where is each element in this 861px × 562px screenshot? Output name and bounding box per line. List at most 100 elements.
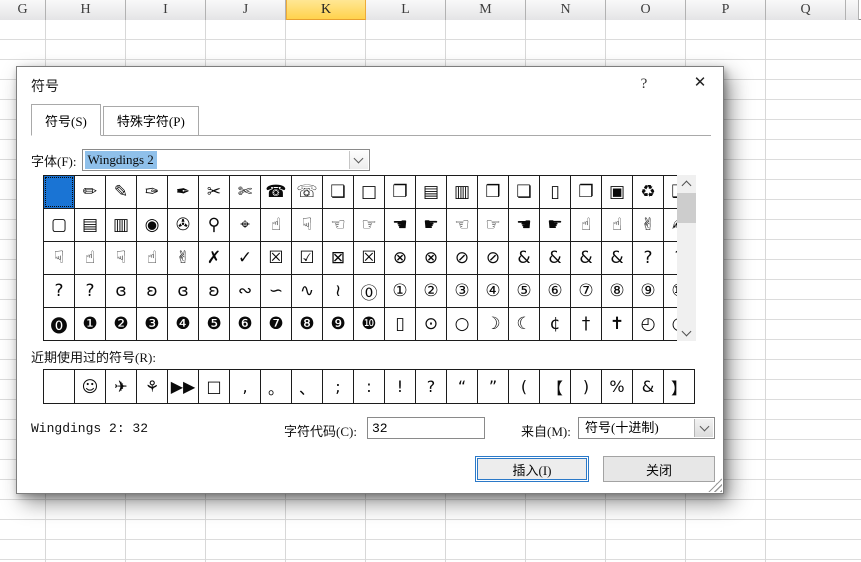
symbol-cell[interactable]: ❻ <box>230 308 260 340</box>
help-icon[interactable]: ? <box>631 73 657 95</box>
symbol-cell[interactable]: ∾ <box>230 275 260 307</box>
font-combobox[interactable]: Wingdings 2 <box>82 149 370 171</box>
symbol-cell[interactable]: ⊗ <box>385 242 415 274</box>
symbol-cell[interactable]: ? <box>44 275 74 307</box>
symbol-cell[interactable]: ✄ <box>230 176 260 208</box>
symbol-cell[interactable]: ☾ <box>509 308 539 340</box>
symbol-cell[interactable]: ✓ <box>230 242 260 274</box>
symbol-cell[interactable]: ✑ <box>137 176 167 208</box>
symbol-cell[interactable]: ) <box>571 370 601 403</box>
symbol-cell[interactable]: ❐ <box>571 176 601 208</box>
from-combobox[interactable]: 符号(十进制) <box>578 417 715 439</box>
symbol-cell[interactable]: ⚲ <box>199 209 229 241</box>
symbol-cell[interactable]: ɞ <box>168 275 198 307</box>
symbol-cell[interactable]: ʚ <box>199 275 229 307</box>
symbol-cell[interactable]: ☎ <box>261 176 291 208</box>
column-header-K[interactable]: K <box>286 0 366 20</box>
symbol-cell[interactable]: ✈ <box>106 370 136 403</box>
symbol-cell[interactable]: ✂ <box>199 176 229 208</box>
symbol-cell[interactable]: ❾ <box>323 308 353 340</box>
column-header-H[interactable]: H <box>46 0 126 20</box>
symbol-cell[interactable]: ❐ <box>385 176 415 208</box>
symbol-cell[interactable]: □ <box>354 176 384 208</box>
symbol-cell[interactable]: ɞ <box>106 275 136 307</box>
symbol-cell[interactable]: ○ <box>447 308 477 340</box>
symbol-cell[interactable]: † <box>571 308 601 340</box>
symbol-cell[interactable]: ✇ <box>168 209 198 241</box>
scrollbar-thumb[interactable] <box>677 193 696 223</box>
symbol-cell[interactable]: ? <box>633 242 663 274</box>
symbol-cell[interactable]: ▣ <box>602 176 632 208</box>
symbol-cell[interactable]: ? <box>75 275 105 307</box>
symbol-cell[interactable]: ∽ <box>261 275 291 307</box>
symbol-cell[interactable]: ⓪ <box>354 275 384 307</box>
symbol-cell[interactable]: ☺ <box>75 370 105 403</box>
symbol-cell[interactable]: ≀ <box>323 275 353 307</box>
symbol-cell[interactable]: ; <box>323 370 353 403</box>
symbol-cell[interactable]: ∿ <box>292 275 322 307</box>
symbol-cell[interactable]: ⊘ <box>478 242 508 274</box>
scroll-down-button[interactable] <box>677 324 696 341</box>
symbol-cell[interactable]: ▶▶ <box>168 370 198 403</box>
symbol-cell[interactable]: 【 <box>540 370 570 403</box>
symbol-cell[interactable]: “ <box>447 370 477 403</box>
symbol-cell[interactable]: & <box>602 242 632 274</box>
symbol-cell[interactable]: ⑦ <box>571 275 601 307</box>
symbol-cell[interactable]: ☽ <box>478 308 508 340</box>
symbol-cell[interactable]: ☒ <box>261 242 291 274</box>
symbol-cell[interactable]: : <box>354 370 384 403</box>
symbol-cell[interactable]: ☚ <box>509 209 539 241</box>
symbol-cell[interactable]: % <box>602 370 632 403</box>
symbol-cell[interactable] <box>44 176 74 208</box>
symbol-cell[interactable]: ⑤ <box>509 275 539 307</box>
symbol-cell[interactable]: ⊗ <box>416 242 446 274</box>
symbol-cell[interactable]: ☝ <box>137 242 167 274</box>
symbol-cell[interactable]: ✗ <box>199 242 229 274</box>
column-header-I[interactable]: I <box>126 0 206 20</box>
symbol-cell[interactable]: ☟ <box>292 209 322 241</box>
symbol-cell[interactable]: ☝ <box>602 209 632 241</box>
symbol-cell[interactable]: ✌ <box>633 209 663 241</box>
symbol-grid-scrollbar[interactable] <box>677 175 696 341</box>
symbol-cell[interactable] <box>44 370 74 403</box>
symbol-cell[interactable]: 。 <box>261 370 291 403</box>
symbol-cell[interactable]: ▥ <box>447 176 477 208</box>
column-header-N[interactable]: N <box>526 0 606 20</box>
symbol-cell[interactable]: ❿ <box>354 308 384 340</box>
symbol-cell[interactable]: ◉ <box>137 209 167 241</box>
symbol-cell[interactable]: ? <box>416 370 446 403</box>
symbol-cell[interactable]: ♻ <box>633 176 663 208</box>
symbol-cell[interactable]: ❹ <box>168 308 198 340</box>
symbol-cell[interactable]: ❏ <box>509 176 539 208</box>
symbol-cell[interactable]: ☝ <box>571 209 601 241</box>
symbol-cell[interactable]: & <box>571 242 601 274</box>
scroll-up-button[interactable] <box>677 175 696 192</box>
symbol-cell[interactable]: ☚ <box>385 209 415 241</box>
symbol-cell[interactable]: ☟ <box>44 242 74 274</box>
symbol-cell[interactable]: ⊙ <box>416 308 446 340</box>
column-header-Q[interactable]: Q <box>766 0 846 20</box>
symbol-cell[interactable]: ❺ <box>199 308 229 340</box>
symbol-cell[interactable]: ☝ <box>75 242 105 274</box>
column-header-J[interactable]: J <box>206 0 286 20</box>
close-button[interactable]: 关闭 <box>603 456 715 482</box>
symbol-cell[interactable]: ❽ <box>292 308 322 340</box>
symbol-cell[interactable]: ☒ <box>354 242 384 274</box>
symbol-cell[interactable]: ☝ <box>261 209 291 241</box>
symbol-cell[interactable]: ⊠ <box>323 242 353 274</box>
symbol-cell[interactable]: 】 <box>664 370 694 403</box>
symbol-cell[interactable]: ☞ <box>478 209 508 241</box>
symbol-cell[interactable]: & <box>540 242 570 274</box>
symbol-cell[interactable]: ⑧ <box>602 275 632 307</box>
symbol-cell[interactable]: ▢ <box>44 209 74 241</box>
symbol-cell[interactable]: , <box>230 370 260 403</box>
symbol-cell[interactable]: & <box>633 370 663 403</box>
symbol-cell[interactable]: ¢ <box>540 308 570 340</box>
symbol-cell[interactable]: ① <box>385 275 415 307</box>
symbol-cell[interactable]: ☟ <box>106 242 136 274</box>
symbol-cell[interactable]: ✒ <box>168 176 198 208</box>
symbol-cell[interactable]: ⓿ <box>44 308 74 340</box>
symbol-cell[interactable]: ❼ <box>261 308 291 340</box>
symbol-cell[interactable]: ▤ <box>416 176 446 208</box>
tab-special-characters[interactable]: 特殊字符(P) <box>103 106 199 135</box>
